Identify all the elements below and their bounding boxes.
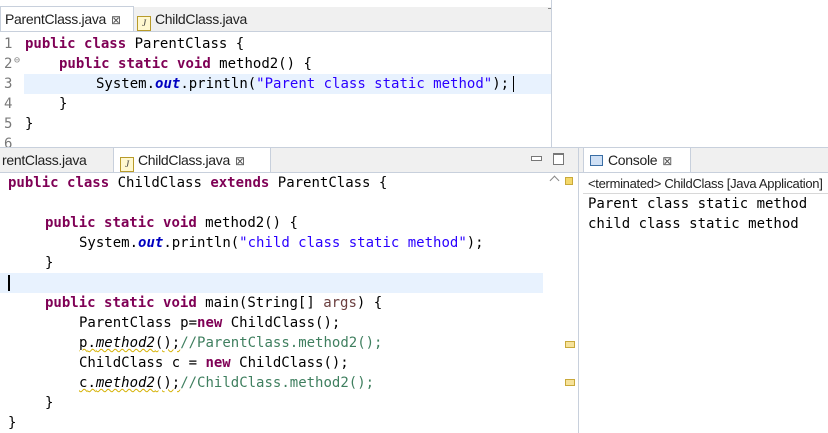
- overview-ruler[interactable]: [545, 173, 577, 433]
- line-number: 5: [4, 116, 13, 132]
- console-icon: [590, 155, 603, 166]
- code-line: }: [8, 415, 17, 431]
- code-line: ParentClass p=new ChildClass();: [79, 315, 341, 331]
- console-status: <terminated> ChildClass [Java Applicatio…: [588, 176, 823, 191]
- top-editor-corner: [548, 8, 551, 13]
- code-line: }: [45, 395, 54, 411]
- tab-label: ParentClass.java: [5, 11, 107, 27]
- top-code-area[interactable]: 1 2 ⊖ 3 4 5 6 public class ParentClass {…: [0, 34, 551, 148]
- close-icon[interactable]: ⊠: [111, 13, 121, 27]
- code-line: public class ChildClass extends ParentCl…: [8, 175, 388, 191]
- warning-marker[interactable]: [565, 379, 575, 386]
- tab-console[interactable]: Console ⊠: [583, 147, 691, 172]
- tab-childclass[interactable]: J ChildClass.java ⊠: [113, 147, 271, 172]
- java-file-icon: J: [137, 16, 151, 31]
- console-output-line: child class static method: [588, 216, 799, 232]
- maximize-icon[interactable]: [553, 153, 564, 165]
- text-cursor: [513, 76, 514, 92]
- current-line-highlight: [0, 273, 543, 293]
- code-line: c.method2();//ChildClass.method2();: [79, 375, 375, 391]
- tab-parentclass[interactable]: rentClass.java: [2, 148, 102, 172]
- code-line: }: [25, 116, 34, 132]
- code-line: public static void method2() {: [45, 215, 298, 231]
- chevron-up-icon[interactable]: [549, 175, 560, 186]
- bottom-code-area[interactable]: public class ChildClass extends ParentCl…: [0, 173, 545, 433]
- code-line: public class ParentClass {: [25, 36, 245, 52]
- tab-parentclass[interactable]: ParentClass.java ⊠: [0, 6, 134, 31]
- close-icon[interactable]: ⊠: [235, 154, 245, 168]
- tab-label: rentClass.java: [2, 152, 87, 168]
- bottom-editor-border: [578, 147, 579, 433]
- code-line: p.method2();//ParentClass.method2();: [79, 335, 383, 351]
- close-icon[interactable]: ⊠: [662, 154, 672, 168]
- text-cursor: [8, 275, 10, 291]
- code-line: System.out.println("Parent class static …: [96, 76, 510, 92]
- code-line: public static void method2() {: [59, 56, 312, 72]
- code-line: System.out.println("child class static m…: [79, 235, 484, 251]
- fold-icon[interactable]: ⊖: [14, 55, 20, 66]
- console-output-line: Parent class static method: [588, 196, 808, 212]
- tab-label: ChildClass.java: [155, 11, 247, 27]
- bottom-editor-tabbar: rentClass.java J ChildClass.java ⊠: [0, 147, 578, 173]
- code-line: }: [59, 96, 68, 112]
- console-title: Console: [608, 152, 658, 168]
- code-line: ChildClass c = new ChildClass();: [79, 355, 349, 371]
- code-line: }: [45, 255, 54, 271]
- console-output: Parent class static method child class s…: [588, 194, 828, 234]
- tab-label: ChildClass.java: [138, 152, 230, 168]
- line-number: 6: [4, 136, 13, 148]
- code-line: public static void main(String[] args) {: [45, 295, 383, 311]
- console-tabbar: Console ⊠: [579, 147, 828, 173]
- overview-marker[interactable]: [565, 177, 573, 185]
- line-number: 3: [4, 76, 13, 92]
- warning-marker[interactable]: [565, 341, 575, 348]
- minimize-icon[interactable]: [531, 156, 542, 161]
- line-number: 1: [4, 36, 13, 52]
- top-editor-border: [551, 0, 552, 150]
- tab-childclass[interactable]: J ChildClass.java: [137, 7, 267, 31]
- line-number: 4: [4, 96, 13, 112]
- top-editor-tabbar: ParentClass.java ⊠ J ChildClass.java: [0, 6, 551, 32]
- java-file-icon: J: [120, 157, 134, 172]
